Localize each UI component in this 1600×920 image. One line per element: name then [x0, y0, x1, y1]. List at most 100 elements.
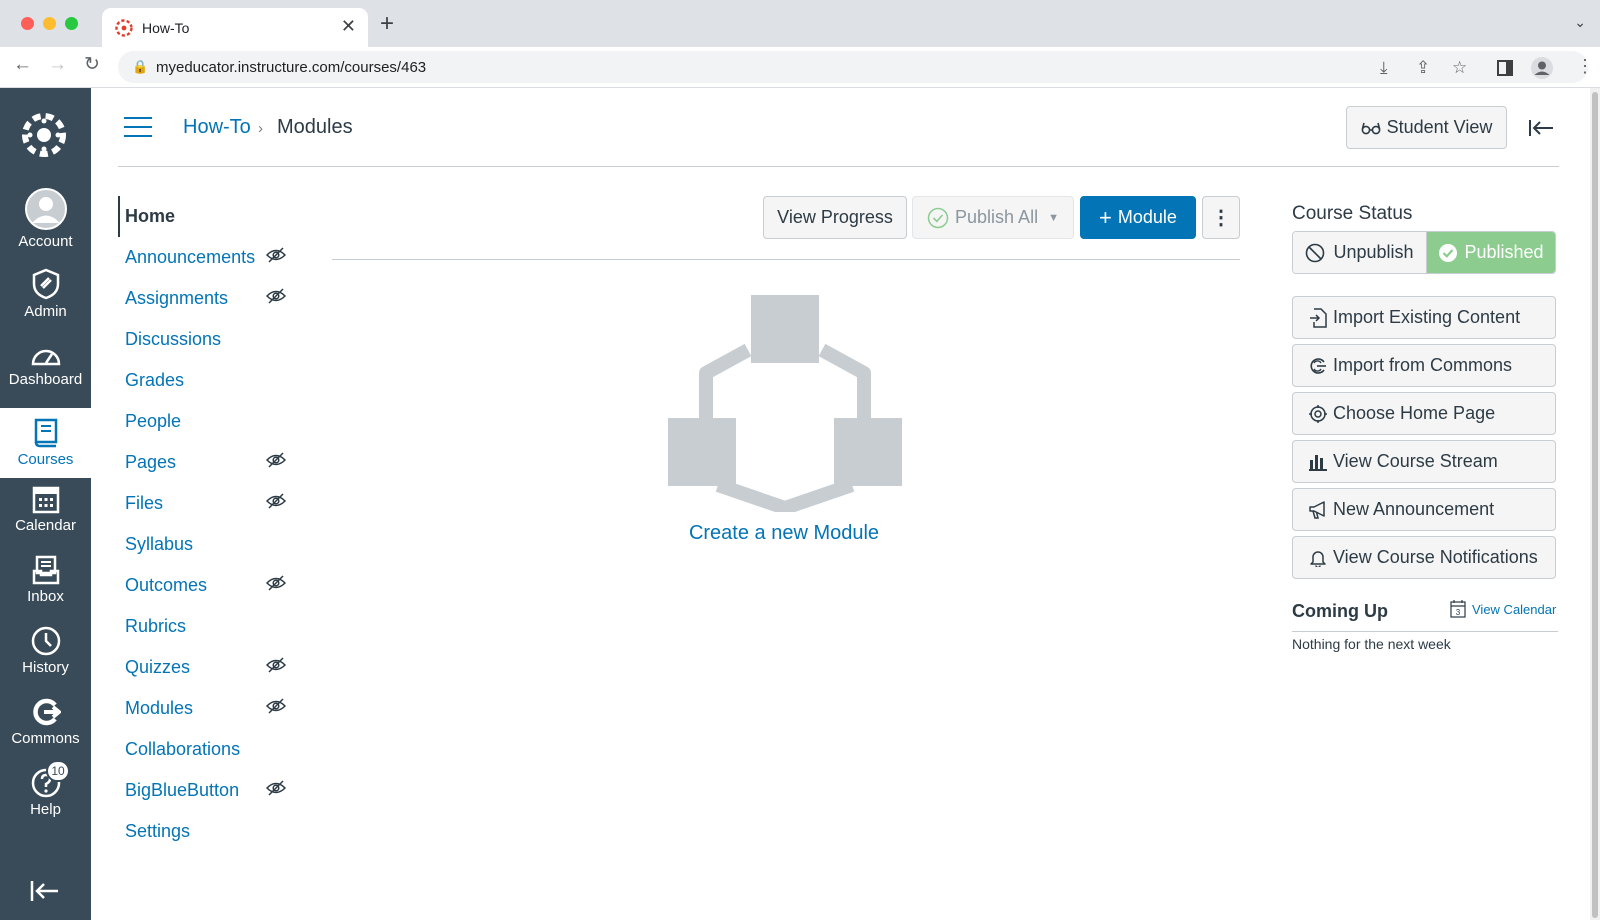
course-nav-announcements[interactable]: Announcements	[118, 237, 298, 278]
hidden-eye-icon	[266, 288, 286, 304]
publish-all-button[interactable]: Publish All ▼	[912, 196, 1074, 239]
view-course-stream-button[interactable]: View Course Stream	[1292, 440, 1556, 483]
view-progress-button[interactable]: View Progress	[763, 196, 907, 239]
browser-menu-icon[interactable]: ⋮	[1576, 56, 1594, 77]
shield-icon	[32, 268, 59, 300]
course-nav-bigbluebutton[interactable]: BigBlueButton	[118, 770, 298, 811]
megaphone-icon	[1309, 500, 1325, 519]
browser-tab[interactable]: How-To ✕	[102, 8, 368, 47]
global-nav-label: Inbox	[27, 588, 64, 605]
course-nav-discussions[interactable]: Discussions	[118, 319, 298, 360]
course-nav-label: BigBlueButton	[125, 780, 240, 800]
share-icon[interactable]: ⇪	[1416, 58, 1430, 78]
breadcrumb-course-link[interactable]: How-To	[183, 116, 251, 139]
modules-empty-illustration	[668, 295, 902, 512]
global-nav-inbox[interactable]: Inbox	[0, 555, 91, 605]
import-existing-content-button[interactable]: Import Existing Content	[1292, 296, 1556, 339]
global-nav-history[interactable]: History	[0, 626, 91, 676]
add-module-button[interactable]: + Module	[1080, 196, 1196, 239]
tab-title: How-To	[142, 20, 190, 36]
install-app-icon[interactable]: ⤓	[1380, 58, 1388, 78]
global-nav-label: Dashboard	[8, 371, 83, 388]
view-calendar-link[interactable]: 3 View Calendar	[1450, 600, 1556, 618]
published-button[interactable]: Published	[1427, 232, 1555, 273]
view-calendar-label: View Calendar	[1472, 601, 1557, 617]
course-nav-outcomes[interactable]: Outcomes	[118, 565, 298, 606]
collapse-sidebar-icon[interactable]	[1528, 119, 1554, 137]
course-nav-files[interactable]: Files	[118, 483, 298, 524]
url-text: myeducator.instructure.com/courses/463	[156, 59, 427, 76]
new-announcement-button[interactable]: New Announcement	[1292, 488, 1556, 531]
course-nav-pages[interactable]: Pages	[118, 442, 298, 483]
action-label: Choose Home Page	[1333, 403, 1496, 423]
bookmark-star-icon[interactable]: ☆	[1452, 58, 1467, 78]
tab-close-icon[interactable]: ✕	[341, 16, 356, 37]
global-nav-label: Account	[18, 233, 73, 250]
view-progress-label: View Progress	[777, 207, 893, 227]
global-nav-courses[interactable]: Courses	[0, 408, 91, 478]
global-nav-account[interactable]: Account	[0, 188, 91, 250]
hidden-eye-icon	[266, 575, 286, 591]
course-nav-label: Grades	[125, 370, 185, 390]
tab-search-chevron-icon[interactable]: ⌄	[1574, 14, 1586, 31]
course-nav-quizzes[interactable]: Quizzes	[118, 647, 298, 688]
global-nav-label: History	[22, 659, 69, 676]
student-view-button[interactable]: Student View	[1346, 106, 1507, 149]
unpublish-button[interactable]: Unpublish	[1293, 232, 1427, 273]
bell-icon	[1310, 550, 1326, 567]
import-from-commons-button[interactable]: Import from Commons	[1292, 344, 1556, 387]
course-nav-home[interactable]: Home	[118, 196, 298, 237]
hidden-eye-icon	[266, 493, 286, 509]
choose-home-page-button[interactable]: Choose Home Page	[1292, 392, 1556, 435]
course-nav-label: Discussions	[125, 329, 222, 349]
global-nav-label: Courses	[17, 451, 74, 468]
more-options-button[interactable]: ⋮	[1202, 196, 1240, 239]
global-nav-label: Admin	[24, 303, 67, 320]
back-arrow-icon[interactable]: ←	[13, 55, 32, 74]
course-nav-assignments[interactable]: Assignments	[118, 278, 298, 319]
scrollbar-thumb[interactable]	[1592, 92, 1598, 918]
side-panel-icon[interactable]	[1497, 60, 1513, 76]
global-nav-dashboard[interactable]: Dashboard	[0, 342, 91, 388]
collapse-nav-icon[interactable]	[30, 880, 60, 902]
reload-icon[interactable]: ↻	[84, 55, 100, 74]
global-nav-admin[interactable]: Admin	[0, 268, 91, 320]
action-label: New Announcement	[1333, 499, 1495, 519]
student-view-label: Student View	[1386, 117, 1493, 137]
course-nav-label: Files	[125, 493, 164, 513]
plus-icon: +	[1099, 204, 1112, 230]
canvas-logo-icon[interactable]	[20, 111, 68, 159]
course-nav-collaborations[interactable]: Collaborations	[118, 729, 298, 770]
book-icon	[34, 418, 57, 448]
create-module-link[interactable]: Create a new Module	[689, 522, 879, 544]
course-nav-rubrics[interactable]: Rubrics	[118, 606, 298, 647]
new-tab-icon[interactable]: +	[380, 12, 394, 36]
minimize-window-button[interactable]	[43, 17, 56, 30]
coming-up-title: Coming Up	[1292, 601, 1388, 621]
global-nav-commons[interactable]: Commons	[0, 697, 91, 747]
speedometer-icon	[31, 349, 60, 366]
course-nav-people[interactable]: People	[118, 401, 298, 442]
commons-icon	[32, 698, 61, 726]
address-bar[interactable]: 🔒 myeducator.instructure.com/courses/463…	[118, 51, 1588, 83]
course-status-title: Course Status	[1292, 203, 1413, 224]
course-nav-settings[interactable]: Settings	[118, 811, 298, 852]
profile-avatar-icon[interactable]	[1531, 57, 1553, 79]
hidden-eye-icon	[266, 247, 286, 263]
view-course-notifications-button[interactable]: View Course Notifications	[1292, 536, 1556, 579]
calendar-day-number: 3	[1456, 608, 1461, 617]
global-nav-label: Commons	[11, 730, 80, 747]
page-scrollbar[interactable]	[1590, 88, 1600, 920]
maximize-window-button[interactable]	[65, 17, 78, 30]
course-menu-toggle[interactable]	[124, 117, 152, 137]
course-nav-modules[interactable]: Modules	[118, 688, 298, 729]
forward-arrow-icon[interactable]: →	[48, 55, 67, 74]
close-window-button[interactable]	[21, 17, 34, 30]
target-icon	[1309, 404, 1327, 423]
course-nav-grades[interactable]: Grades	[118, 360, 298, 401]
action-label: View Course Notifications	[1333, 547, 1538, 567]
published-label: Published	[1464, 242, 1544, 262]
global-nav-help[interactable]: 10 Help	[0, 760, 91, 818]
action-label: View Course Stream	[1333, 451, 1498, 471]
check-circle-icon	[1439, 243, 1458, 262]
